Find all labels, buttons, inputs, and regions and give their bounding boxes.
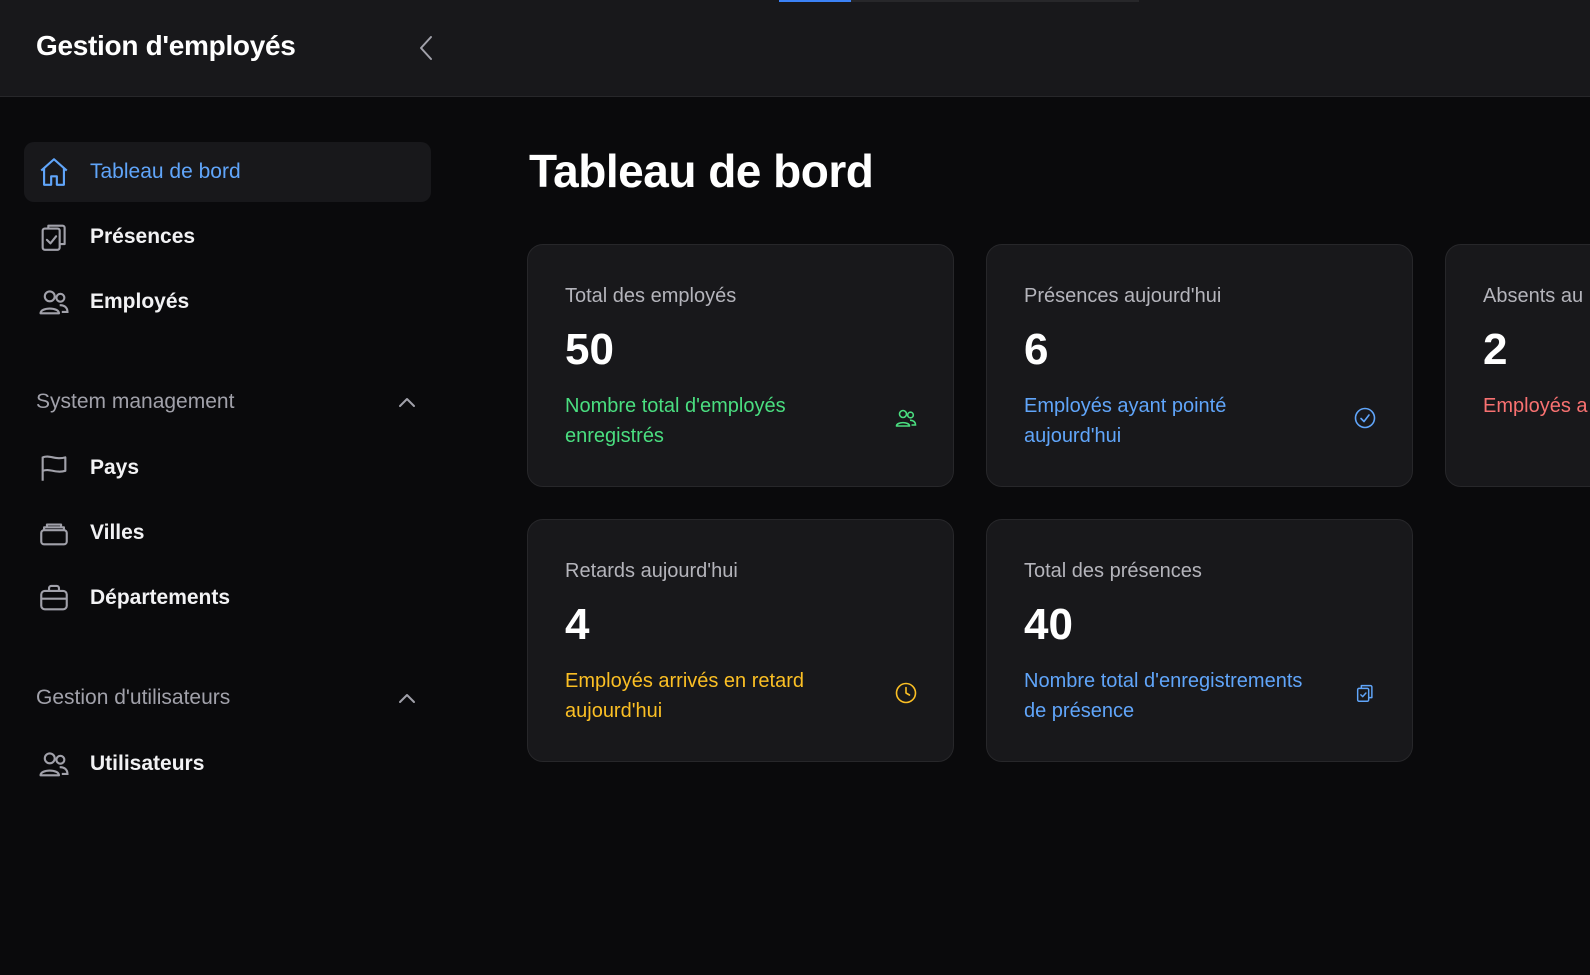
sidebar-item-countries[interactable]: Pays	[24, 438, 431, 498]
card-description: Employés ayant pointé aujourd'hui	[1024, 395, 1227, 447]
loading-progress-track	[779, 0, 1139, 2]
app-title: Gestion d'employés	[36, 30, 296, 61]
check-circle-icon	[1352, 405, 1378, 431]
sidebar-item-users[interactable]: Utilisateurs	[24, 734, 431, 794]
card-value: 2	[1483, 325, 1508, 374]
sidebar-item-employees[interactable]: Employés	[24, 272, 431, 332]
sidebar-item-attendance[interactable]: Présences	[24, 207, 431, 267]
users-icon	[893, 405, 919, 431]
home-icon	[36, 154, 72, 190]
clock-icon	[893, 680, 919, 706]
collapse-sidebar-button[interactable]	[412, 30, 440, 66]
chevron-up-icon	[399, 694, 415, 703]
card-value: 40	[1024, 600, 1073, 649]
sidebar-item-cities[interactable]: Villes	[24, 503, 431, 563]
briefcase-icon	[36, 580, 72, 616]
chevron-up-icon	[399, 398, 415, 407]
card-description: Employés arrivés en retard aujourd'hui	[565, 670, 804, 722]
loading-progress-fill	[779, 0, 851, 2]
card-value: 6	[1024, 325, 1049, 374]
stat-card-absent-today: Absents au 2 Employés a	[1445, 244, 1590, 487]
sidebar: Tableau de bord Présences Employés Syste…	[0, 98, 455, 975]
clipboard-icon	[1352, 680, 1378, 706]
group-toggle-system-management[interactable]: System management	[36, 385, 416, 419]
stat-card-total-attendance: Total des présences 40 Nombre total d'en…	[986, 519, 1413, 762]
card-title: Présences aujourd'hui	[1024, 285, 1222, 307]
card-title: Retards aujourd'hui	[565, 560, 738, 582]
sidebar-item-label: Utilisateurs	[90, 752, 205, 775]
sidebar-item-label: Tableau de bord	[90, 160, 241, 183]
sidebar-item-label: Pays	[90, 456, 140, 479]
group-title: System management	[36, 390, 235, 413]
stat-card-total-employees: Total des employés 50 Nombre total d'emp…	[527, 244, 954, 487]
page-title: Tableau de bord	[529, 145, 874, 197]
card-title: Total des employés	[565, 285, 737, 307]
sidebar-item-label: Villes	[90, 521, 145, 544]
sidebar-item-departments[interactable]: Départements	[24, 568, 431, 628]
group-title: Gestion d'utilisateurs	[36, 686, 231, 709]
stat-card-late-today: Retards aujourd'hui 4 Employés arrivés e…	[527, 519, 954, 762]
clipboard-check-icon	[36, 219, 72, 255]
sidebar-item-label: Employés	[90, 290, 190, 313]
sidebar-item-label: Départements	[90, 586, 231, 609]
top-bar: Gestion d'employés	[0, 0, 1590, 97]
card-value: 50	[565, 325, 614, 374]
sidebar-item-label: Présences	[90, 225, 196, 248]
flag-icon	[36, 450, 72, 486]
users-icon	[36, 284, 72, 320]
stack-icon	[36, 515, 72, 551]
stat-card-attendance-today: Présences aujourd'hui 6 Employés ayant p…	[986, 244, 1413, 487]
main-content: Tableau de bord Total des employés 50 No…	[455, 98, 1590, 975]
group-toggle-user-management[interactable]: Gestion d'utilisateurs	[36, 681, 416, 715]
card-title: Total des présences	[1024, 560, 1202, 582]
card-title: Absents au	[1483, 285, 1584, 307]
chevron-left-icon	[420, 36, 432, 60]
users-icon	[36, 746, 72, 782]
card-description: Employés a	[1483, 395, 1588, 417]
card-value: 4	[565, 600, 590, 649]
sidebar-item-dashboard[interactable]: Tableau de bord	[24, 142, 431, 202]
card-description: Nombre total d'employés enregistrés	[565, 395, 786, 447]
card-description: Nombre total d'enregistrements de présen…	[1024, 670, 1303, 722]
